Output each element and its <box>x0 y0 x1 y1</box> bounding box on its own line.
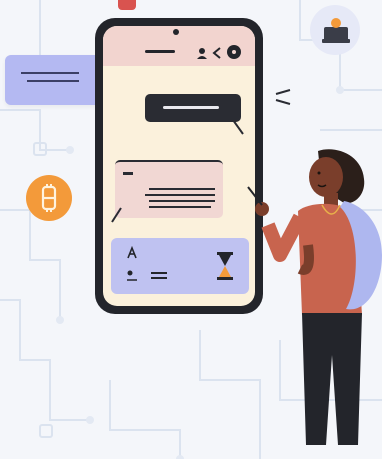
input-line <box>151 272 167 274</box>
message-composer[interactable] <box>111 238 249 294</box>
card-line <box>27 80 79 82</box>
illustration-scene <box>0 0 382 459</box>
more-icon-dot <box>232 50 236 54</box>
chat-header <box>103 26 255 66</box>
card-line <box>21 72 79 74</box>
phone-frame <box>95 18 263 314</box>
coin-symbol <box>41 184 57 212</box>
user-icon[interactable] <box>195 46 209 60</box>
more-icon[interactable] <box>227 45 241 59</box>
incoming-message-bubble <box>115 160 223 218</box>
pants <box>302 313 362 445</box>
woman-figure <box>247 149 382 445</box>
message-text-line <box>149 206 211 208</box>
message-text-line <box>123 172 133 175</box>
notification-tab <box>118 0 136 10</box>
message-text-line <box>149 200 215 202</box>
camera-dot <box>173 29 179 35</box>
face <box>309 157 343 197</box>
bitcoin-coin-icon <box>26 175 72 221</box>
header-title-line <box>145 50 175 53</box>
message-text-line <box>149 188 215 190</box>
sparkle-mark <box>275 89 291 105</box>
profile-card-icon <box>322 18 350 43</box>
message-text-line <box>145 194 215 196</box>
input-line <box>151 277 167 279</box>
aa-text-icon[interactable] <box>125 246 139 260</box>
message-text-line <box>163 106 219 109</box>
profile-badge <box>310 5 360 55</box>
outgoing-message-bubble <box>145 94 241 122</box>
phone-screen <box>103 26 255 306</box>
hourglass-icon[interactable] <box>215 250 235 282</box>
back-arrow-icon[interactable] <box>211 46 223 60</box>
emoji-icon[interactable] <box>125 268 141 282</box>
bubble-tail <box>111 207 122 223</box>
bubble-tail <box>232 120 244 135</box>
